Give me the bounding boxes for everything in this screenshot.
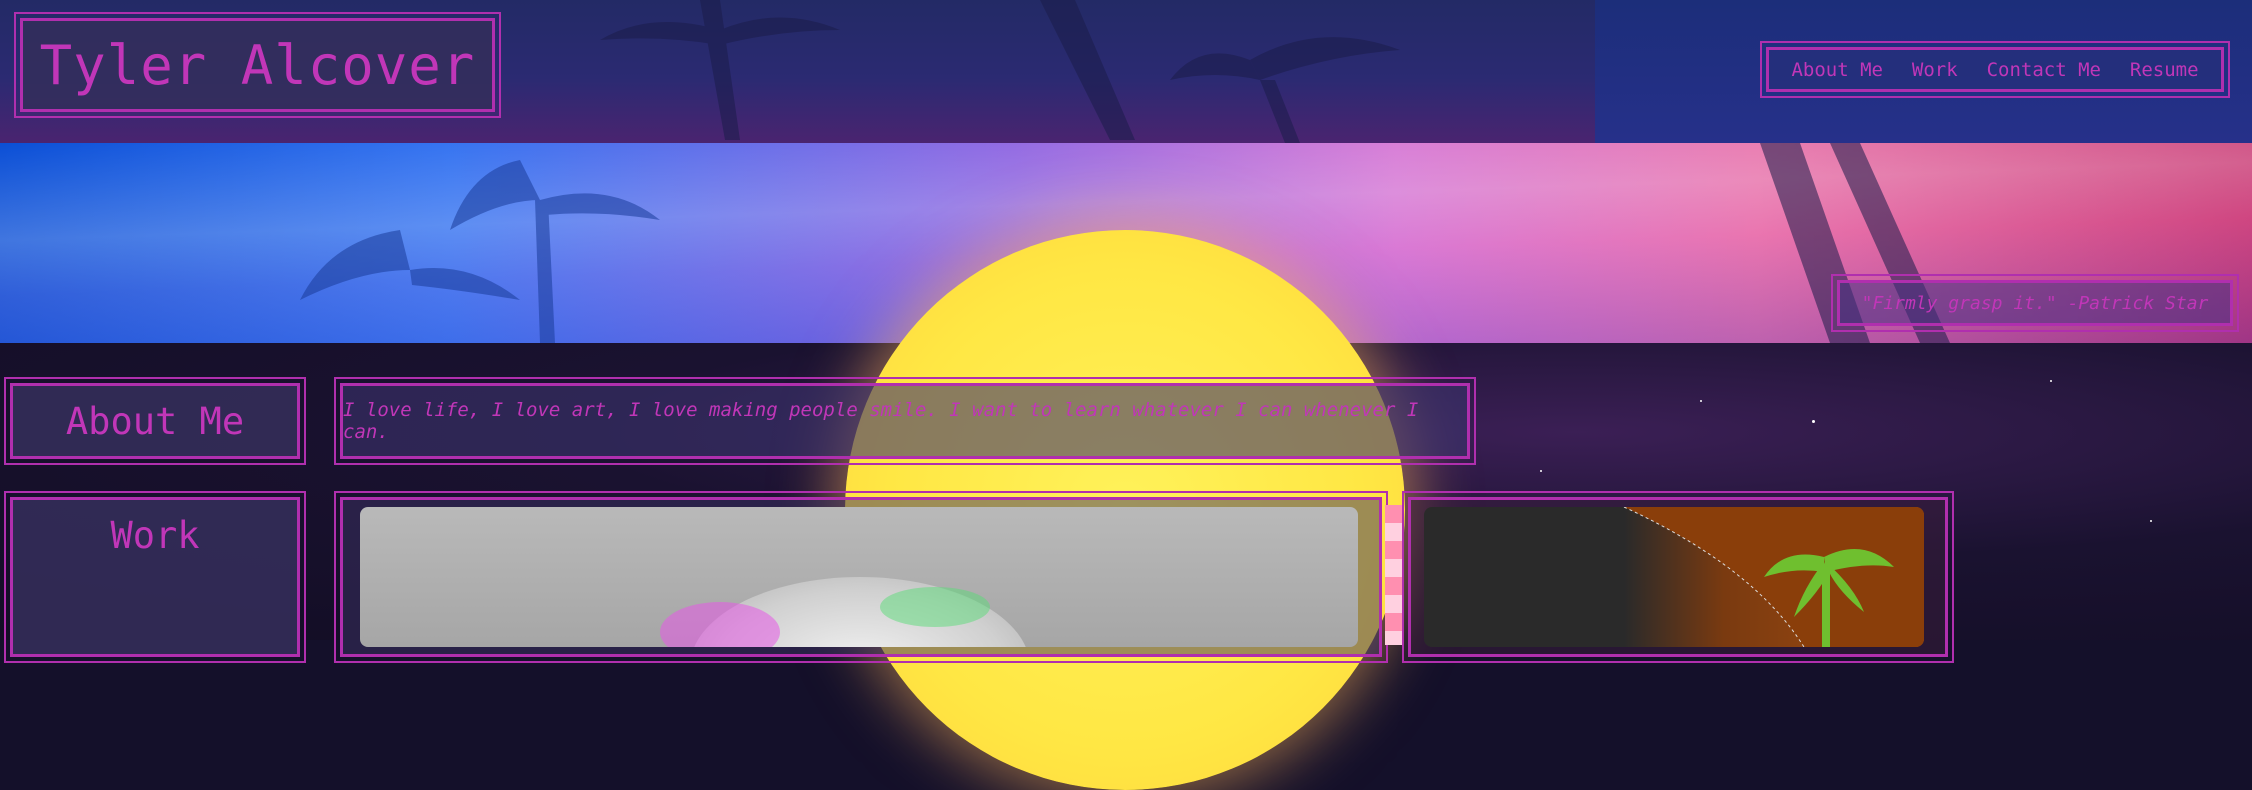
work-thumbnail[interactable] [360, 507, 1358, 647]
star [2150, 520, 2152, 522]
about-text: I love life, I love art, I love making p… [334, 377, 1476, 465]
site-title: Tyler Alcover [14, 12, 501, 118]
palm-icon [1623, 507, 1924, 647]
work-thumbnail[interactable] [1424, 507, 1924, 647]
star [2050, 380, 2052, 382]
main-nav: About Me Work Contact Me Resume [1760, 41, 2230, 98]
glitch-green [880, 587, 990, 627]
nav-link-resume[interactable]: Resume [2130, 59, 2199, 81]
star [1540, 470, 1542, 472]
star [1812, 420, 1815, 423]
work-heading: Work [4, 491, 306, 663]
hero-quote: "Firmly grasp it." -Patrick Star [1831, 274, 2239, 332]
about-heading: About Me [4, 377, 306, 465]
sun-stripe [1385, 505, 1403, 645]
nav-link-contact-me[interactable]: Contact Me [1987, 59, 2101, 81]
nav-link-work[interactable]: Work [1912, 59, 1958, 81]
star [1700, 400, 1702, 402]
nav-link-about-me[interactable]: About Me [1791, 59, 1883, 81]
